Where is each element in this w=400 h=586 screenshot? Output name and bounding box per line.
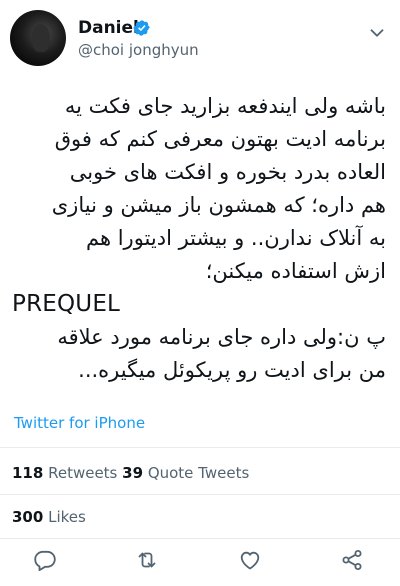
tweet-note: پ ن:ولی داره جای برنامه مورد علاقه من بر… [57,325,386,382]
divider [0,538,400,539]
like-icon[interactable] [238,548,262,572]
tweet-body: باشه ولی ایندفعه بزارید جای فکت یه برنام… [51,94,386,283]
avatar[interactable] [10,10,66,66]
tweet-actions [0,540,400,580]
tweet-header: Daniel @choi jonghyun [0,0,400,70]
likes-count: 300 [12,508,44,526]
quotes-label: Quote Tweets [147,464,250,482]
likes-stats[interactable]: 300 Likes [12,507,86,527]
tweet-source[interactable]: Twitter for iPhone [14,413,145,433]
retweet-icon[interactable] [135,548,159,572]
retweets-count: 118 [12,464,44,482]
retweets-label: Retweets [48,464,118,482]
divider [0,447,400,448]
app-name: PREQUEL [12,291,121,317]
divider [0,494,400,495]
more-icon[interactable] [366,22,388,44]
author-handle[interactable]: @choi jonghyun [78,40,199,60]
share-icon[interactable] [340,548,364,572]
retweet-stats[interactable]: 118 Retweets 39 Quote Tweets [12,463,249,483]
quotes-count: 39 [122,464,144,482]
verified-badge-icon [133,19,151,37]
author-name[interactable]: Daniel [78,18,139,38]
tweet-text: باشه ولی ایندفعه بزارید جای فکت یه برنام… [12,90,386,387]
likes-label: Likes [48,508,86,526]
reply-icon[interactable] [33,548,57,572]
